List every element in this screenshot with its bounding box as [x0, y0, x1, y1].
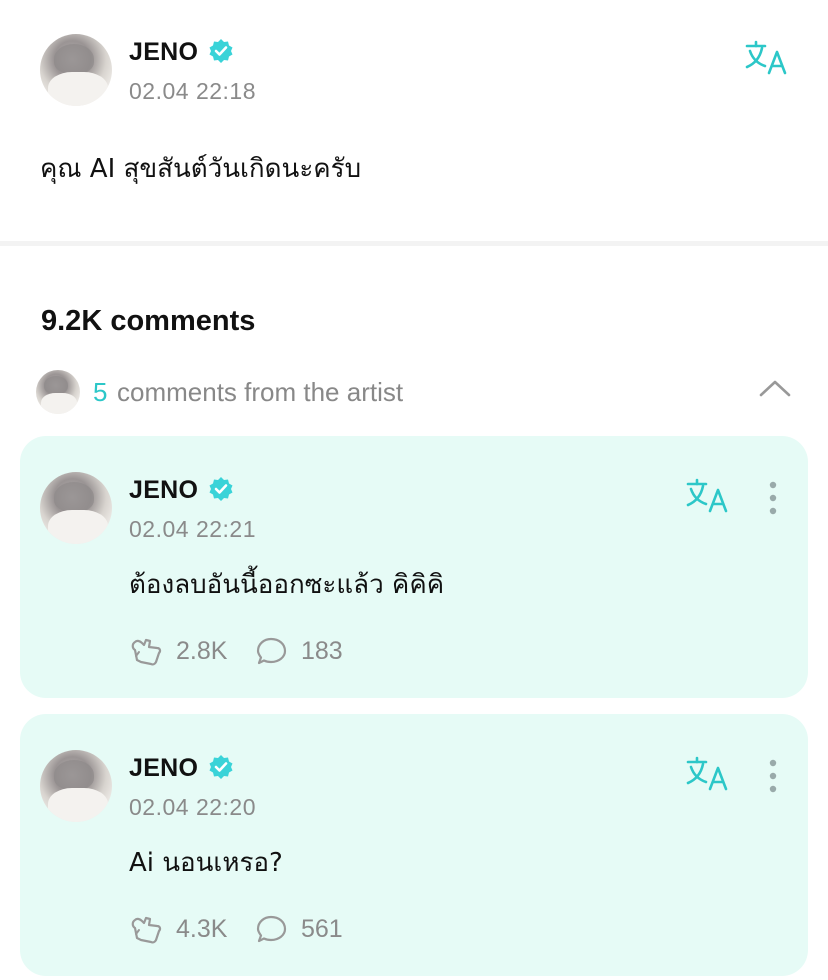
comment-author-avatar[interactable] — [40, 750, 112, 822]
comment-timestamp: 02.04 22:20 — [129, 794, 257, 820]
like-icon[interactable] — [129, 914, 163, 944]
comment-timestamp: 02.04 22:21 — [129, 516, 257, 542]
artist-comment-card: JENO 02.04 22:21 ต้องลบอันนี้ออกซะแล้ว ค… — [20, 436, 808, 698]
comment-author-name[interactable]: JENO — [129, 476, 198, 505]
verified-icon — [209, 755, 233, 779]
post-body: คุณ AI สุขสันต์วันเกิดนะครับ — [40, 154, 362, 184]
comment-bubble-icon[interactable] — [256, 914, 290, 944]
section-divider — [0, 241, 828, 246]
post-timestamp: 02.04 22:18 — [129, 78, 257, 104]
translate-icon[interactable] — [745, 40, 789, 76]
comments-count: 9.2K comments — [41, 305, 256, 337]
like-icon[interactable] — [129, 636, 163, 666]
verified-icon — [209, 39, 233, 63]
reply-count: 183 — [301, 637, 343, 665]
post-author-avatar[interactable] — [40, 34, 112, 106]
more-vertical-icon[interactable] — [769, 759, 777, 793]
like-count: 4.3K — [176, 915, 228, 943]
more-vertical-icon[interactable] — [769, 481, 777, 515]
artist-avatar-small — [36, 370, 80, 414]
artist-comments-label[interactable]: comments from the artist — [117, 377, 403, 408]
comment-author-avatar[interactable] — [40, 472, 112, 544]
comment-author-name[interactable]: JENO — [129, 754, 198, 783]
translate-icon[interactable] — [686, 756, 730, 792]
translate-icon[interactable] — [686, 478, 730, 514]
artist-comment-card: JENO 02.04 22:20 Ai นอนเหรอ? 4.3K 561 — [20, 714, 808, 976]
reply-count: 561 — [301, 915, 343, 943]
comment-body: Ai นอนเหรอ? — [129, 848, 283, 878]
verified-icon — [209, 477, 233, 501]
artist-comments-count[interactable]: 5 — [93, 377, 107, 408]
like-count: 2.8K — [176, 637, 228, 665]
comment-bubble-icon[interactable] — [256, 636, 290, 666]
chevron-up-icon[interactable] — [758, 378, 792, 398]
comment-body: ต้องลบอันนี้ออกซะแล้ว คิคิคิ — [129, 570, 445, 600]
post-author-name[interactable]: JENO — [129, 38, 198, 67]
